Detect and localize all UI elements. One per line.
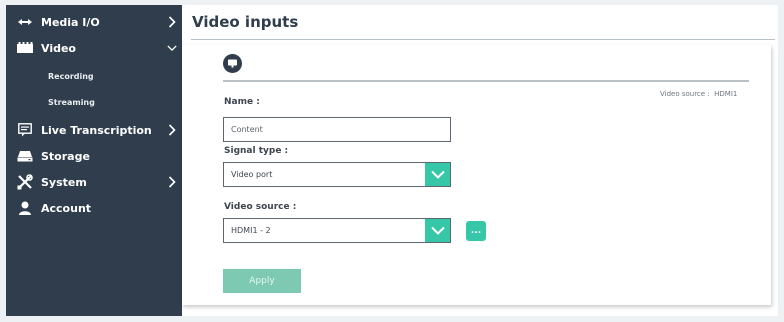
sidebar: Media I/O Video Recording Streaming Live…	[6, 5, 182, 316]
monitor-icon	[223, 54, 242, 73]
more-options-button[interactable]: ...	[466, 221, 486, 241]
video-source-value: HDMI1 - 2	[231, 226, 271, 235]
sidebar-item-system[interactable]: System	[6, 170, 182, 194]
sidebar-subitem-label: Streaming	[48, 98, 95, 107]
apply-button[interactable]: Apply	[223, 269, 301, 293]
name-input[interactable]	[223, 117, 451, 142]
video-source-readout-label: Video source :	[660, 90, 710, 98]
sidebar-item-label: Video	[41, 41, 76, 55]
sidebar-item-media-io[interactable]: Media I/O	[6, 10, 182, 34]
sidebar-item-label: Account	[41, 201, 92, 215]
chevron-right-icon	[167, 174, 177, 190]
name-label: Name :	[224, 97, 260, 107]
page-title: Video inputs	[192, 13, 299, 31]
live-transcription-icon	[17, 122, 33, 138]
sidebar-subitem-label: Recording	[48, 72, 94, 81]
chevron-down-icon[interactable]	[425, 219, 450, 242]
title-divider	[191, 39, 775, 40]
video-icon	[17, 40, 33, 56]
chevron-down-icon	[167, 40, 177, 56]
video-source-readout: Video source : HDMI1	[660, 90, 737, 98]
video-source-select[interactable]: HDMI1 - 2	[223, 218, 451, 243]
storage-icon	[17, 148, 33, 164]
chevron-right-icon	[167, 14, 177, 30]
sidebar-item-label: Media I/O	[41, 15, 100, 29]
sidebar-item-label: System	[41, 175, 87, 189]
sidebar-subitem-recording[interactable]: Recording	[6, 69, 182, 87]
sidebar-item-label: Live Transcription	[41, 123, 152, 137]
video-input-card: Video source : HDMI1 Name : Signal type …	[182, 45, 771, 305]
chevron-down-icon[interactable]	[425, 163, 450, 186]
media-io-icon	[17, 14, 33, 30]
main-panel: Video inputs Video source : HDMI1 Name :…	[182, 5, 778, 316]
chevron-right-icon	[167, 122, 177, 138]
sidebar-subitem-streaming[interactable]: Streaming	[6, 95, 182, 113]
sidebar-item-account[interactable]: Account	[6, 196, 182, 220]
sidebar-item-storage[interactable]: Storage	[6, 144, 182, 168]
signal-type-label: Signal type :	[224, 146, 289, 156]
video-source-label: Video source :	[224, 202, 297, 212]
card-divider	[223, 80, 749, 82]
tools-icon	[17, 174, 33, 190]
signal-type-value: Video port	[231, 170, 273, 179]
signal-type-select[interactable]: Video port	[223, 162, 451, 187]
video-source-readout-value: HDMI1	[714, 90, 738, 98]
sidebar-item-video[interactable]: Video	[6, 36, 182, 60]
sidebar-item-live-transcription[interactable]: Live Transcription	[6, 118, 182, 142]
user-icon	[17, 200, 33, 216]
sidebar-item-label: Storage	[41, 149, 90, 163]
